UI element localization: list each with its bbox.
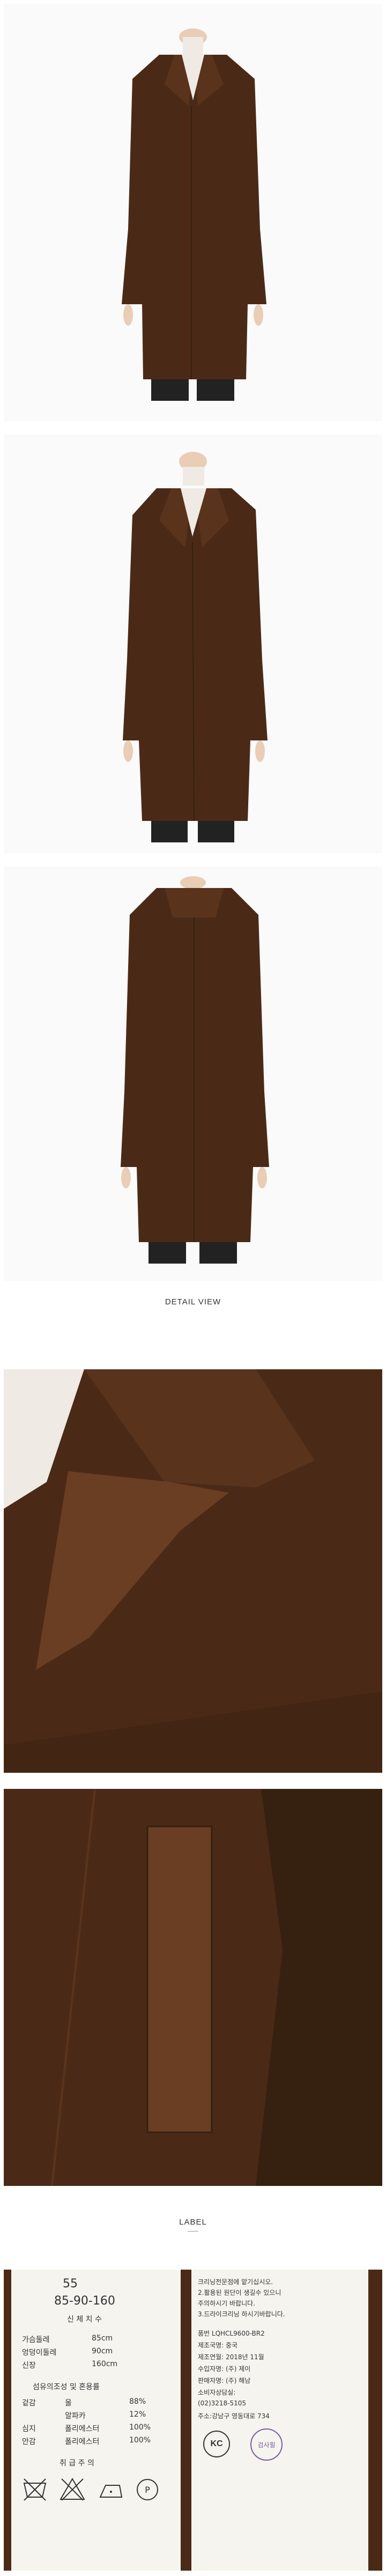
kc-mark-text: KC xyxy=(210,2439,223,2448)
customer-service-phone: (02)3218-5105 xyxy=(198,2399,247,2407)
dry-clean-icon: P xyxy=(137,2479,158,2500)
wash-tub-crossed-icon xyxy=(23,2478,47,2501)
measure-name-1: 엉덩이둘레 xyxy=(22,2349,57,2357)
coat-back-illustration xyxy=(4,867,382,1281)
coat-front-illustration xyxy=(4,4,382,421)
product-photo-front xyxy=(4,4,382,421)
seller-address: 주소:강남구 영동대로 734 xyxy=(198,2412,270,2420)
importer-name: 수입자명: (주) 제이 xyxy=(198,2365,251,2373)
info-line-0: 크리닝전문점에 맡기십시오. xyxy=(198,2278,273,2286)
composition-part-3: 안감 xyxy=(22,2438,36,2446)
info-line-1: 2.활용된 원단이 생길수 있으니 xyxy=(198,2289,281,2296)
body-measure: 85-90-160 xyxy=(54,2294,115,2308)
label-heading-underline xyxy=(188,2231,198,2232)
measure-name-2: 신장 xyxy=(22,2361,36,2370)
pocket-closeup-illustration xyxy=(4,1789,382,2186)
svg-text:P: P xyxy=(145,2485,150,2495)
customer-service-title: 소비자상담실: xyxy=(198,2389,236,2396)
manufacturer-info-label: 크리닝전문점에 맡기십시오. 2.활용된 원단이 생길수 있으니 주의하시기 바… xyxy=(191,2270,368,2571)
measure-name-0: 가슴둘레 xyxy=(22,2336,50,2344)
composition-pct-0: 88% xyxy=(129,2397,146,2406)
product-number: 품번 LQHCL9600-BR2 xyxy=(198,2330,265,2337)
label-photo: 55 85-90-160 신 체 치 수 가슴둘레 85cm 엉덩이둘레 90c… xyxy=(4,2270,382,2571)
composition-material-0: 울 xyxy=(65,2399,72,2408)
measure-value-0: 85cm xyxy=(92,2334,113,2343)
inspection-stamp: 검사필 xyxy=(250,2428,283,2461)
manufacture-date: 제조연월: 2018년 11월 xyxy=(198,2353,264,2361)
composition-title: 섬유의조성 및 혼용률 xyxy=(33,2383,100,2391)
composition-material-2: 폴리에스터 xyxy=(65,2425,100,2433)
composition-pct-3: 100% xyxy=(129,2436,151,2445)
info-line-3: 3.드라이크리닝 하시기바랍니다. xyxy=(198,2310,285,2318)
inspection-stamp-text: 검사필 xyxy=(257,2441,276,2449)
measure-value-1: 90cm xyxy=(92,2347,113,2355)
size-code: 55 xyxy=(63,2277,78,2291)
care-symbols: P xyxy=(23,2478,158,2501)
care-title: 취 급 주 의 xyxy=(60,2459,94,2468)
iron-icon xyxy=(99,2485,123,2498)
size-composition-label: 55 85-90-160 신 체 치 수 가슴둘레 85cm 엉덩이둘레 90c… xyxy=(11,2270,181,2571)
composition-pct-1: 12% xyxy=(129,2410,146,2419)
composition-pct-2: 100% xyxy=(129,2423,151,2432)
measure-value-2: 160cm xyxy=(92,2360,118,2368)
body-measure-caption: 신 체 치 수 xyxy=(67,2315,102,2324)
composition-material-1: 알파카 xyxy=(65,2412,86,2420)
origin-country: 제조국명: 중국 xyxy=(198,2342,238,2349)
product-photo-back xyxy=(4,867,382,1281)
product-photo-side xyxy=(4,435,382,853)
coat-side-illustration xyxy=(4,435,382,853)
composition-material-3: 폴리에스터 xyxy=(65,2438,100,2446)
label-heading: LABEL xyxy=(179,2218,207,2227)
collar-closeup-illustration xyxy=(4,1369,382,1773)
detail-photo-pocket xyxy=(4,1789,382,2186)
seller-name: 판매자명: (주) 해남 xyxy=(198,2377,251,2384)
kc-certification-mark: KC xyxy=(203,2431,230,2457)
bleach-crossed-icon xyxy=(60,2478,85,2501)
detail-photo-collar xyxy=(4,1369,382,1773)
composition-part-2: 심지 xyxy=(22,2425,36,2433)
detail-view-heading: DETAIL VIEW xyxy=(165,1297,221,1307)
info-line-2: 주의하시기 바랍니다. xyxy=(198,2300,255,2307)
composition-part-0: 겉감 xyxy=(22,2399,36,2408)
